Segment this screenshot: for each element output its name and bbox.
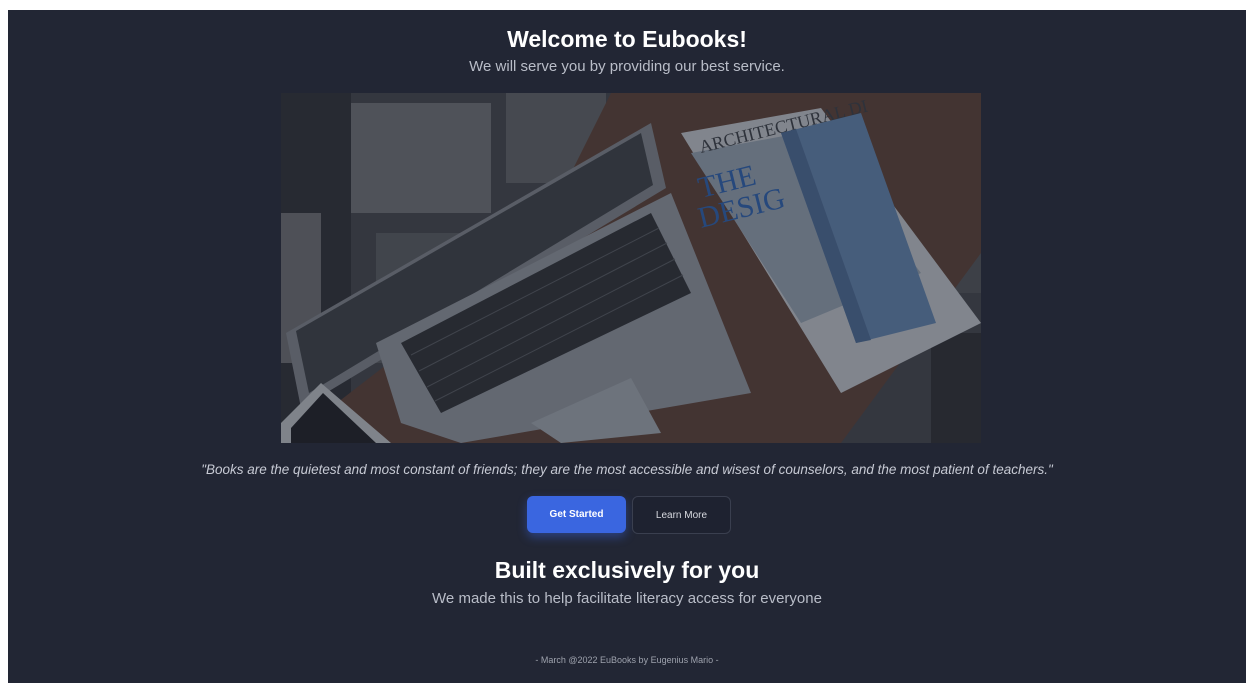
hero-image-laptop-books: ARCHITECTURAL DI THE DESIG bbox=[281, 93, 981, 443]
top-cropped-strip bbox=[0, 0, 1253, 10]
section-title: Built exclusively for you bbox=[494, 557, 760, 583]
footer-credit: - March @2022 EuBooks by Eugenius Mario … bbox=[535, 655, 719, 665]
get-started-button[interactable]: Get Started bbox=[527, 496, 626, 533]
quote-text: "Books are the quietest and most constan… bbox=[201, 462, 1053, 477]
hero-subtitle: We will serve you by providing our best … bbox=[469, 58, 785, 75]
hero-title: Welcome to Eubooks! bbox=[507, 26, 747, 52]
learn-more-button[interactable]: Learn More bbox=[632, 496, 731, 534]
cropped-heading-fragment bbox=[190, 0, 197, 10]
hero-illustration: ARCHITECTURAL DI THE DESIG bbox=[281, 93, 981, 443]
section-subtitle: We made this to help facilitate literacy… bbox=[432, 590, 822, 607]
app-page: Welcome to Eubooks! We will serve you by… bbox=[8, 10, 1246, 683]
